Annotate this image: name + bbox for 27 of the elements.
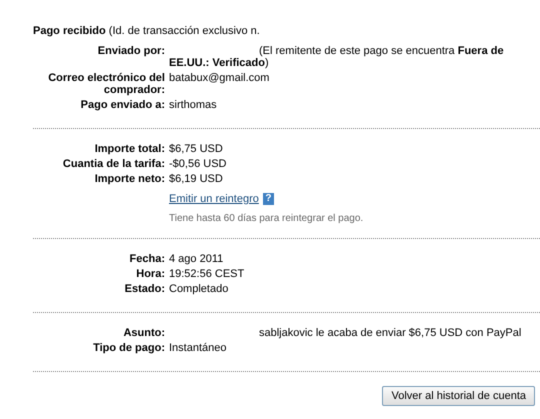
field-value: Instantáneo: [169, 342, 228, 354]
field-value: Completado: [169, 283, 230, 295]
field-label: Hora:: [135, 268, 165, 280]
page-heading: Pago recibido (Id. de transacción exclusivo n.: [33, 24, 261, 38]
field-value: $6,75 USD: [169, 143, 224, 155]
field-value: (El remitente de este pago se encuentra Fuera de EE.UU.: Verificado): [169, 45, 505, 69]
field-label: Importe neto:: [94, 173, 165, 185]
field-value: sirthomas: [169, 99, 218, 111]
field-value: -$0,56 USD: [169, 158, 228, 170]
refund-link[interactable]: Emitir un reintegro: [169, 193, 259, 205]
field-label: Tipo de pago:: [92, 342, 165, 354]
field-value: batabux@gmail.com: [169, 72, 270, 86]
field-label: Estado:: [124, 283, 165, 295]
field-value: sabljakovic le acaba de enviar $6,75 USD con PayPal: [258, 327, 522, 339]
help-icon[interactable]: ?: [262, 193, 274, 205]
field-label: Cuantia de la tarifa:: [62, 158, 165, 170]
field-label: Importe total:: [94, 143, 165, 155]
field-value: 19:52:56 CEST: [169, 268, 246, 280]
back-button[interactable]: Volver al historial de cuenta: [382, 386, 535, 406]
field-label: Enviado por:: [96, 45, 165, 59]
field-value: $6,19 USD: [169, 173, 224, 185]
field-label: Asunto:: [122, 327, 165, 339]
field-label: Fecha:: [128, 253, 165, 265]
field-label: Correo electrónico del comprador:: [47, 72, 165, 96]
field-label: Pago enviado a:: [80, 99, 165, 111]
field-value: 4 ago 2011: [169, 253, 224, 265]
refund-note: Tiene hasta 60 días para reintegrar el pago.: [169, 213, 364, 224]
